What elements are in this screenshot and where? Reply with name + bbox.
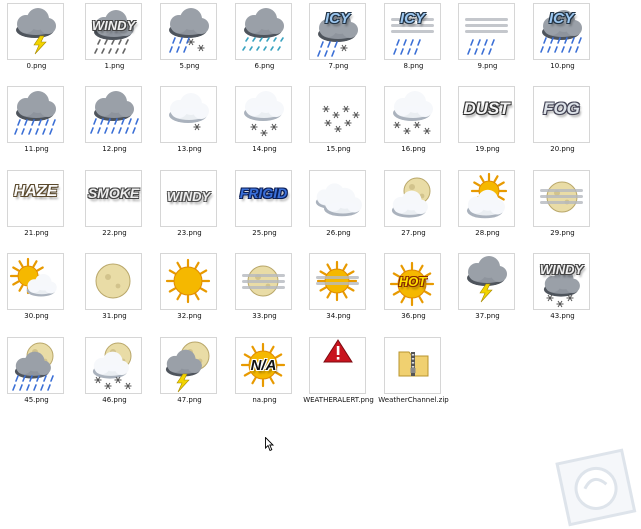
smoke-icon: SMOKE	[85, 170, 142, 227]
mouse-cursor-icon	[265, 437, 275, 452]
thunderstorm-icon	[7, 3, 64, 60]
icon-word-label: HAZE	[13, 183, 58, 200]
file-item[interactable]: 30.png	[0, 250, 74, 330]
icon-word-label: WINDY	[539, 262, 584, 277]
file-grid: 0.png WINDY 1.png 5.png 6.png ICY 7.png …	[0, 0, 641, 529]
windy-icon: WINDY	[160, 170, 217, 227]
night-snow-icon	[85, 337, 142, 394]
file-item[interactable]: FOG 20.png	[525, 83, 600, 163]
drizzle-fog-icon	[458, 3, 515, 60]
rain-icon	[7, 86, 64, 143]
icy-mix-icon: ICY	[309, 3, 366, 60]
zip-folder-icon	[384, 337, 441, 394]
file-item[interactable]: SMOKE 22.png	[77, 167, 152, 247]
frigid-icon: FRIGID	[235, 170, 292, 227]
icon-word-label: ICY	[399, 10, 425, 27]
file-item[interactable]: WEATHERALERT.png	[301, 334, 376, 414]
icon-word-label: DUST	[463, 99, 510, 118]
file-name-label: WeatherChannel.zip	[378, 396, 449, 404]
file-item[interactable]: 0.png	[0, 0, 74, 80]
file-item[interactable]: 29.png	[525, 167, 600, 247]
weather-alert-icon	[309, 337, 366, 394]
file-item[interactable]: WeatherChannel.zip	[376, 334, 451, 414]
file-name-label: 29.png	[550, 229, 575, 237]
file-item[interactable]: 15.png	[301, 83, 376, 163]
icon-word-label: SMOKE	[87, 185, 140, 201]
clear-night-icon	[85, 253, 142, 310]
file-item[interactable]: 47.png	[152, 334, 227, 414]
icon-word-label: N/A	[250, 357, 277, 374]
rain-snow-icon	[160, 3, 217, 60]
icy-rain-icon: ICY	[384, 3, 441, 60]
light-snow-icon	[160, 86, 217, 143]
file-item[interactable]: 11.png	[0, 83, 74, 163]
icon-word-label: FOG	[543, 99, 580, 118]
file-name-label: 43.png	[550, 312, 575, 320]
icon-word-label: WINDY	[166, 189, 211, 204]
file-item[interactable]: HAZE 21.png	[0, 167, 74, 247]
file-item[interactable]: 34.png	[301, 250, 376, 330]
dust-icon: DUST	[458, 86, 515, 143]
icon-word-label: HOT	[398, 274, 427, 289]
partly-cloudy-night-icon	[533, 170, 590, 227]
haze-icon: HAZE	[7, 170, 64, 227]
heavy-snow-icon	[384, 86, 441, 143]
desktop-watermark-icon	[555, 448, 637, 527]
cloudy-icon	[309, 170, 366, 227]
sunny-icon	[160, 253, 217, 310]
icon-word-label: ICY	[324, 10, 350, 27]
file-item[interactable]: 13.png	[152, 83, 227, 163]
windy-cloud-icon: WINDY	[85, 3, 142, 60]
icon-word-label: ICY	[548, 10, 574, 27]
file-item[interactable]: 26.png	[301, 167, 376, 247]
mostly-cloudy-night-icon	[384, 170, 441, 227]
mostly-cloudy-day-icon	[458, 170, 515, 227]
file-item[interactable]: 45.png	[0, 334, 74, 414]
night-rain-icon	[7, 337, 64, 394]
file-name-label: 20.png	[550, 145, 575, 153]
heavy-rain-icon	[85, 86, 142, 143]
windy-snow-icon: WINDY	[533, 253, 590, 310]
partly-cloudy-day-icon	[7, 253, 64, 310]
not-available-icon: N/A	[235, 337, 292, 394]
night-thunder-icon	[160, 337, 217, 394]
file-item[interactable]: 28.png	[450, 167, 525, 247]
freezing-drizzle-icon	[235, 3, 292, 60]
file-item[interactable]: 31.png	[77, 250, 152, 330]
isolated-thunder-icon	[458, 253, 515, 310]
file-item[interactable]: 37.png	[450, 250, 525, 330]
file-item[interactable]: WINDY 23.png	[152, 167, 227, 247]
file-item[interactable]: WINDY 1.png	[77, 0, 152, 80]
file-item[interactable]: ICY 7.png	[301, 0, 376, 80]
fair-day-icon	[309, 253, 366, 310]
file-item[interactable]: 32.png	[152, 250, 227, 330]
fair-night-icon	[235, 253, 292, 310]
file-item[interactable]: DUST 19.png	[450, 83, 525, 163]
file-item[interactable]: 5.png	[152, 0, 227, 80]
icon-word-label: WINDY	[91, 18, 136, 33]
file-item[interactable]: WINDY 43.png	[525, 250, 600, 330]
snow-icon	[235, 86, 292, 143]
file-item[interactable]: 9.png	[450, 0, 525, 80]
icon-word-label: FRIGID	[239, 185, 288, 201]
hot-icon: HOT	[384, 253, 441, 310]
file-item[interactable]: 12.png	[77, 83, 152, 163]
snowflakes-icon	[309, 86, 366, 143]
file-name-label: 10.png	[550, 62, 575, 70]
file-item[interactable]: ICY 10.png	[525, 0, 600, 80]
fog-icon: FOG	[533, 86, 590, 143]
file-item[interactable]: 46.png	[77, 334, 152, 414]
icy-heavy-rain-icon: ICY	[533, 3, 590, 60]
